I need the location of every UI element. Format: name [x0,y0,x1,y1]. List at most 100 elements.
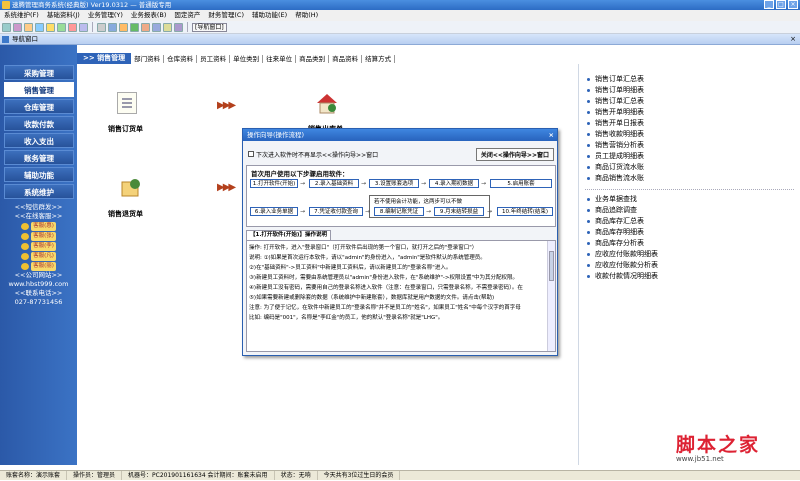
tool-icon[interactable] [68,22,77,32]
tool-icon[interactable] [57,22,66,32]
sales-return-icon[interactable] [119,176,143,198]
menu-basic-data[interactable]: 基础资料(J) [43,10,84,21]
report-link[interactable]: 销售订单汇总表 [579,96,800,107]
report-link[interactable]: 商品追踪调查 [579,205,800,216]
dont-show-checkbox[interactable]: 下次进入软件时不再显示<<操作向导>>窗口 [248,150,378,159]
sidebar-item-accounting[interactable]: 账务管理 [4,150,74,165]
nav-window-close-icon[interactable]: × [790,34,796,45]
scrollbar-thumb[interactable] [549,251,554,281]
tool-icon[interactable] [2,22,11,32]
step-5[interactable]: 5.启用账套 [490,179,552,188]
maximize-button[interactable]: □ [776,0,786,9]
report-link[interactable]: 销售收款明细表 [579,129,800,140]
tool-icon[interactable] [24,22,33,32]
step-6[interactable]: 6.录入业务单据 [250,207,298,216]
sidebar-item-income-expense[interactable]: 收入支出 [4,133,74,148]
step-1[interactable]: 1.打开软件(开始) [250,179,298,188]
report-link[interactable]: 销售开单日报表 [579,118,800,129]
tool-icon[interactable] [97,22,106,32]
cs-item[interactable]: 客服(丽) [0,261,77,271]
step-7[interactable]: 7.凭证收付款查询 [309,207,363,216]
tool-icon[interactable] [119,22,128,32]
minimize-button[interactable]: _ [764,0,774,9]
tool-icon[interactable] [13,22,22,32]
menu-aux[interactable]: 辅助功能(E) [248,10,291,21]
cs-item[interactable]: 客服(惠) [0,221,77,231]
nav-window-button[interactable]: [导航窗口] [192,22,227,32]
menu-help[interactable]: 帮助(H) [291,10,322,21]
menu-system[interactable]: 系统维护(F) [0,10,43,21]
tool-icon[interactable] [130,22,139,32]
report-link[interactable]: 销售营销分析表 [579,140,800,151]
menu-fixed-assets[interactable]: 固定资产 [170,10,204,21]
step-10[interactable]: 10.年终结转(结束) [497,207,553,216]
tab-partners[interactable]: 往来单位 [263,54,297,63]
sidebar-item-warehouse[interactable]: 仓库管理 [4,99,74,114]
report-link[interactable]: 商品订货流水账 [579,162,800,173]
tab-settlement[interactable]: 结算方式 [362,54,396,63]
cs-item[interactable]: 客服(张) [0,231,77,241]
chat-icon [21,262,30,270]
step-4[interactable]: 4.录入期初数据 [429,179,479,188]
report-link[interactable]: 商品库存分析表 [579,238,800,249]
report-link[interactable]: 收款付款情况明细表 [579,271,800,282]
sales-order-icon[interactable] [117,92,137,114]
sidebar-item-aux[interactable]: 辅助功能 [4,167,74,182]
sidebar-item-system[interactable]: 系统维护 [4,184,74,199]
instruction-tab[interactable]: 【1.打开软件(开始)】操作说明 [246,230,331,240]
status-bar: 账套名称：演示账套 操作员：管理员 机器号：PC201901161634 会计期… [0,470,800,480]
tab-employees[interactable]: 员工资料 [197,54,231,63]
website-link[interactable]: www.hbst999.com [0,280,77,289]
chat-icon [21,242,30,250]
step-9[interactable]: 9.月末结转损益 [434,207,484,216]
menu-finance[interactable]: 财务管理(C) [204,10,248,21]
menu-reports[interactable]: 业务报表(B) [127,10,171,21]
tool-icon[interactable] [141,22,150,32]
report-link[interactable]: 商品库存汇总表 [579,216,800,227]
step-8[interactable]: 8.编制记账凭证 [374,207,424,216]
report-link[interactable]: 应收应付账款明细表 [579,249,800,260]
tab-products[interactable]: 商品资料 [329,54,363,63]
tool-icon[interactable] [174,22,183,32]
report-link[interactable]: 销售开单明细表 [579,107,800,118]
tool-icon[interactable] [152,22,161,32]
instruction-textbox[interactable]: 操作: 打开软件，进入"登录窗口"（打开软件后出现的第一个窗口，就打开之后的"登… [246,240,556,352]
report-link[interactable]: 员工提成明细表 [579,151,800,162]
tab-warehouses[interactable]: 仓库资料 [164,54,198,63]
step-3[interactable]: 3.设置账套选项 [369,179,419,188]
tab-unit-categories[interactable]: 单位类别 [230,54,264,63]
online-service-label: <<在线客服>> [14,212,63,220]
cs-item[interactable]: 客服(李) [0,241,77,251]
instruction-line: 说明: ①)如果是首次运行本软件，请以"admin"的身份进入，"admin"是… [249,255,486,261]
cs-item[interactable]: 客服(凡) [0,251,77,261]
report-link[interactable]: 销售订单明细表 [579,85,800,96]
report-link[interactable]: 商品库存明细表 [579,227,800,238]
report-link[interactable]: 应收应付账款分析表 [579,260,800,271]
tool-icon[interactable] [163,22,172,32]
close-wizard-button[interactable]: 关闭<<操作向导>>窗口 [475,147,554,161]
sales-out-icon[interactable] [315,92,339,114]
tool-icon[interactable] [46,22,55,32]
report-link[interactable]: 业务单据查找 [579,194,800,205]
sms-link[interactable]: <<短信群发>> [0,203,77,212]
textbox-scrollbar[interactable] [547,241,555,351]
checkbox-icon[interactable] [248,151,254,157]
status-birthday: 今天共有3位过生日的会员 [318,471,401,480]
close-window-button[interactable]: × [788,0,798,9]
tool-icon[interactable] [35,22,44,32]
tool-icon[interactable] [108,22,117,32]
wizard-close-icon[interactable]: × [549,129,554,141]
tab-product-categories[interactable]: 商品类别 [296,54,330,63]
tab-departments[interactable]: 部门资料 [131,54,165,63]
tool-icon[interactable] [79,22,88,32]
menu-business[interactable]: 业务管理(Y) [84,10,127,21]
sidebar-item-purchase[interactable]: 采购管理 [4,65,74,80]
sales-return-label[interactable]: 销售退货单 [108,209,143,219]
sales-order-label[interactable]: 销售订货单 [108,124,143,134]
tab-sales-active[interactable]: >> 销售管理 [77,53,132,64]
sidebar-item-sales[interactable]: 销售管理 [4,82,74,97]
report-link[interactable]: 销售订单汇总表 [579,74,800,85]
sidebar-item-payments[interactable]: 收款付款 [4,116,74,131]
step-2[interactable]: 2.录入基础资料 [309,179,359,188]
report-link[interactable]: 商品销售流水账 [579,173,800,184]
